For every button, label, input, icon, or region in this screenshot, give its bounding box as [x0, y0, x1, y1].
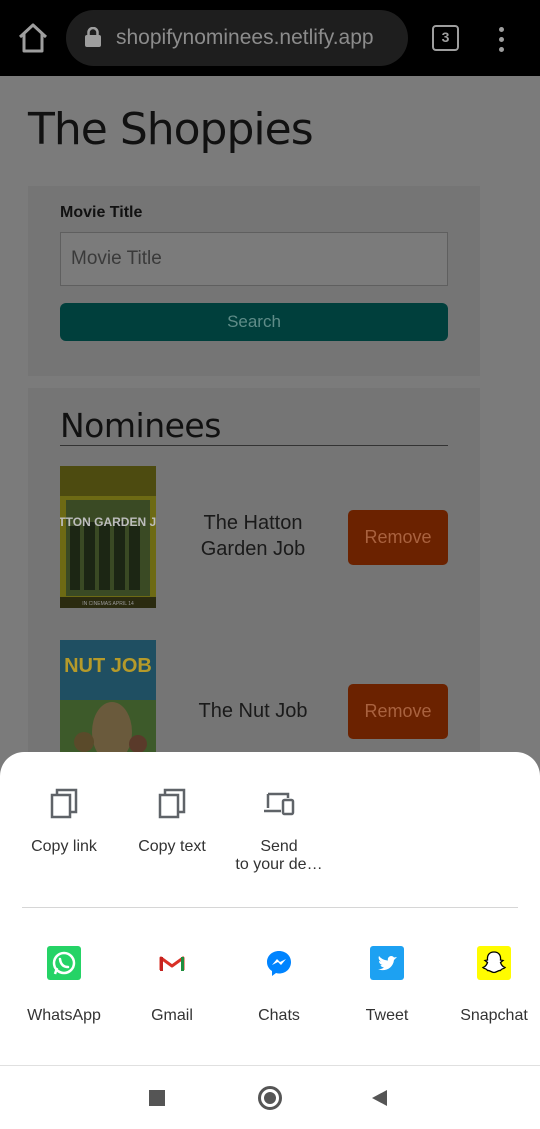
share-app-gmail[interactable]: Gmail — [122, 946, 222, 1025]
heading-divider — [60, 445, 448, 446]
copy-icon — [50, 788, 78, 819]
copy-text-action[interactable]: Copy text — [117, 788, 227, 856]
search-button[interactable]: Search — [60, 303, 448, 341]
remove-button[interactable]: Remove — [348, 684, 448, 739]
back-button[interactable] — [372, 1090, 387, 1106]
share-divider — [22, 907, 518, 908]
share-app-chats[interactable]: Chats — [229, 946, 329, 1025]
snapchat-label: Snapchat — [460, 1007, 528, 1024]
poster-footer-text: IN CINEMAS APRIL 14 — [82, 601, 134, 607]
tweet-label: Tweet — [365, 1007, 409, 1024]
send-to-devices-action[interactable]: Send to your de… — [224, 788, 334, 874]
home-icon[interactable] — [16, 22, 50, 54]
send-to-devices-label: Send to your de… — [235, 838, 323, 873]
movie-title-label: Movie Title — [60, 204, 143, 221]
nominee-title: The Nut Job — [198, 700, 308, 722]
snapchat-icon — [477, 946, 511, 980]
twitter-icon — [370, 946, 404, 980]
messenger-icon — [267, 951, 291, 976]
share-app-whatsapp[interactable]: WhatsApp — [14, 946, 114, 1025]
copy-link-action[interactable]: Copy link — [9, 788, 119, 856]
nominees-card: Nominees HATTON GARDEN JOB IN CINEMAS AP… — [28, 388, 480, 788]
share-app-snapchat[interactable]: Snapchat — [444, 946, 540, 1025]
copy-link-label: Copy link — [31, 838, 97, 855]
system-nav-bar — [0, 1065, 540, 1129]
address-bar[interactable]: shopifynominees.netlify.app — [66, 10, 408, 66]
whatsapp-label: WhatsApp — [27, 1007, 101, 1024]
whatsapp-icon — [47, 946, 81, 980]
recents-button[interactable] — [149, 1090, 165, 1106]
search-card: Movie Title Movie Title Search — [28, 186, 480, 376]
remove-button[interactable]: Remove — [348, 510, 448, 565]
nominees-heading: Nominees — [60, 406, 221, 445]
poster-title-text: NUT JOB — [64, 655, 152, 677]
url-text: shopifynominees.netlify.app — [116, 26, 374, 49]
devices-icon — [264, 792, 295, 816]
home-button[interactable] — [258, 1086, 282, 1110]
chats-label: Chats — [258, 1007, 300, 1024]
movie-title-placeholder: Movie Title — [71, 248, 162, 269]
gmail-label: Gmail — [151, 1007, 193, 1024]
copy-icon — [158, 788, 186, 819]
lock-icon — [85, 27, 101, 47]
nominee-item: HATTON GARDEN JOB IN CINEMAS APRIL 14 Th… — [60, 466, 448, 610]
gmail-icon — [159, 956, 185, 971]
share-app-tweet[interactable]: Tweet — [337, 946, 437, 1025]
movie-poster: HATTON GARDEN JOB IN CINEMAS APRIL 14 — [60, 466, 156, 608]
browser-toolbar: shopifynominees.netlify.app 3 — [0, 0, 540, 76]
share-sheet: Copy link Copy text Send to your de… Wha… — [0, 752, 540, 1065]
tab-switcher-button[interactable]: 3 — [432, 25, 459, 51]
copy-text-label: Copy text — [138, 838, 206, 855]
poster-title-text: HATTON GARDEN JOB — [60, 515, 156, 529]
more-menu-icon[interactable] — [491, 24, 511, 54]
page-title: The Shoppies — [28, 104, 314, 155]
nominee-title: The Hatton Garden Job — [200, 512, 306, 560]
movie-title-input[interactable]: Movie Title — [60, 232, 448, 286]
